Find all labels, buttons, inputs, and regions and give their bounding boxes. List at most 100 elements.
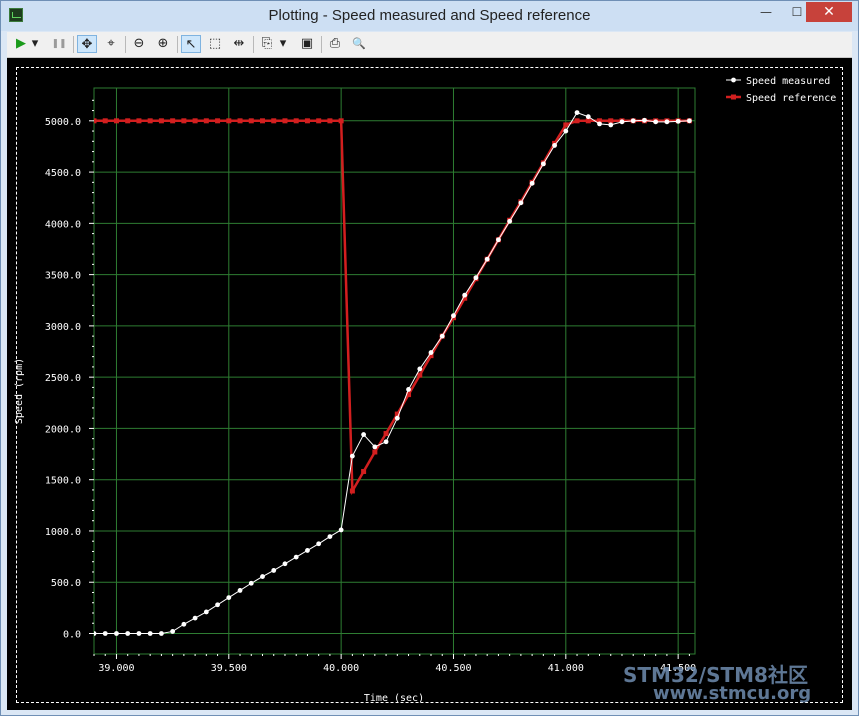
speed-reference-point — [102, 118, 108, 124]
speed-measured-point — [394, 415, 400, 421]
speed-measured-point — [406, 387, 411, 392]
minimize-button[interactable]: — — [753, 2, 779, 22]
speed-measured-point — [282, 561, 288, 567]
speed-measured-point — [585, 114, 591, 120]
speed-measured-point — [507, 218, 513, 224]
speed-reference-point — [563, 122, 569, 128]
plotting-window: Plotting - Speed measured and Speed refe… — [0, 0, 859, 716]
speed-measured-point — [114, 631, 119, 636]
plot-area[interactable]: 0.0 500.0 1000.0 1500.0 2000.0 2500.0 3000.0 35… — [7, 58, 852, 710]
speed-measured-point — [159, 631, 164, 636]
speed-measured-point — [181, 621, 187, 627]
speed-measured-point — [271, 568, 277, 573]
speed-measured-point — [170, 629, 176, 634]
speed-measured-point — [383, 439, 389, 445]
speed-reference-point — [361, 468, 367, 474]
speed-chart[interactable]: 0.0 500.0 1000.0 1500.0 2000.0 2500.0 3000.0 35… — [7, 58, 852, 710]
play-dropdown-button[interactable]: ▾ — [29, 35, 41, 53]
zoom-out-button[interactable]: ⊖ — [129, 35, 149, 53]
speed-measured-point — [361, 432, 367, 437]
window-title: Plotting - Speed measured and Speed refe… — [268, 7, 591, 24]
speed-reference-point — [203, 118, 209, 124]
speed-reference-point — [125, 118, 131, 124]
x-tick-label: 41.500 — [660, 663, 696, 674]
speed-measured-point — [338, 527, 344, 533]
speed-reference-point — [158, 118, 164, 124]
speed-reference-point — [372, 449, 378, 455]
x-tick-label: 39.000 — [98, 663, 134, 674]
y-tick-label: 4500.0 — [45, 168, 81, 179]
speed-reference-point — [170, 118, 176, 124]
speed-measured-point — [653, 119, 659, 125]
toolbar-separator — [253, 36, 254, 53]
speed-reference-point — [215, 118, 221, 124]
speed-measured-point — [552, 143, 557, 148]
speed-reference-point — [574, 118, 580, 124]
speed-measured-point — [260, 574, 265, 579]
title-bar[interactable]: Plotting - Speed measured and Speed refe… — [1, 1, 858, 31]
speed-reference-point — [113, 118, 119, 124]
close-button[interactable]: ✕ — [806, 2, 852, 22]
legend-label: Speed measured — [746, 76, 830, 87]
select-pointer-button[interactable]: ↖ — [181, 35, 201, 53]
speed-reference-point — [349, 488, 355, 494]
y-tick-label: 3000.0 — [45, 322, 81, 333]
speed-reference-point — [147, 118, 153, 124]
speed-measured-point — [316, 541, 322, 547]
speed-reference-point — [304, 118, 310, 124]
copy-dropdown-button[interactable]: ▾ — [277, 35, 289, 53]
zoom-fit-button[interactable]: ⌖ — [101, 35, 121, 53]
speed-measured-point — [462, 292, 468, 298]
y-tick-label: 1500.0 — [45, 476, 81, 487]
speed-measured-point — [496, 237, 501, 243]
zoom-in-button[interactable]: ⊕ — [153, 35, 173, 53]
speed-measured-point — [305, 548, 310, 553]
print-preview-button[interactable]: 🔍 — [349, 35, 369, 53]
speed-reference-point — [338, 118, 344, 124]
save-button[interactable]: ▣ — [297, 35, 317, 53]
select-rectangle-button[interactable]: ⬚ — [205, 35, 225, 53]
speed-measured-point — [574, 110, 580, 116]
speed-reference-line — [94, 119, 690, 496]
speed-measured-point — [417, 366, 423, 372]
pan-button[interactable]: ✥ — [77, 35, 97, 53]
toolbar: ▶ ▾ ❚❚ ✥ ⌖ ⊖ ⊕ ↖ ⬚ ⇹ ⎘ ▾ ▣ ⎙ 🔍 — [7, 32, 852, 58]
x-tick-label: 40.500 — [435, 663, 471, 674]
speed-reference-point — [136, 118, 142, 124]
print-button[interactable]: ⎙ — [325, 35, 345, 53]
y-tick-label: 0.0 — [63, 629, 81, 640]
speed-measured-point — [192, 615, 198, 621]
speed-measured-point — [203, 609, 209, 615]
speed-measured-point — [293, 554, 299, 560]
toolbar-separator — [321, 36, 322, 53]
speed-measured-point — [484, 256, 490, 262]
speed-measured-point — [630, 118, 636, 124]
copy-button[interactable]: ⎘ — [257, 35, 277, 53]
speed-measured-point — [226, 595, 232, 601]
y-tick-label: 4000.0 — [45, 219, 81, 230]
x-tick-label: 41.000 — [548, 663, 584, 674]
speed-reference-point — [237, 118, 243, 124]
speed-reference-point — [282, 118, 288, 124]
speed-measured-point — [664, 119, 670, 125]
speed-reference-point — [248, 118, 254, 124]
speed-measured-point — [642, 117, 647, 123]
speed-measured-point — [327, 534, 333, 539]
speed-measured-point — [237, 588, 243, 593]
speed-measured-point — [608, 122, 614, 128]
speed-measured-point — [248, 580, 254, 586]
speed-reference-point — [327, 118, 333, 124]
speed-measured-point — [136, 631, 142, 636]
speed-measured-point — [102, 631, 108, 636]
play-button[interactable]: ▶ — [11, 35, 31, 53]
speed-measured-point — [372, 444, 378, 450]
speed-reference-point — [192, 118, 198, 124]
x-tick-label: 39.500 — [211, 663, 247, 674]
pause-button[interactable]: ❚❚ — [49, 35, 69, 53]
speed-measured-point — [125, 631, 131, 636]
toolbar-separator — [73, 36, 74, 53]
cursor-marker-button[interactable]: ⇹ — [229, 35, 249, 53]
y-tick-label: 1000.0 — [45, 527, 81, 538]
speed-measured-point — [518, 200, 524, 206]
speed-reference-point — [260, 118, 266, 124]
